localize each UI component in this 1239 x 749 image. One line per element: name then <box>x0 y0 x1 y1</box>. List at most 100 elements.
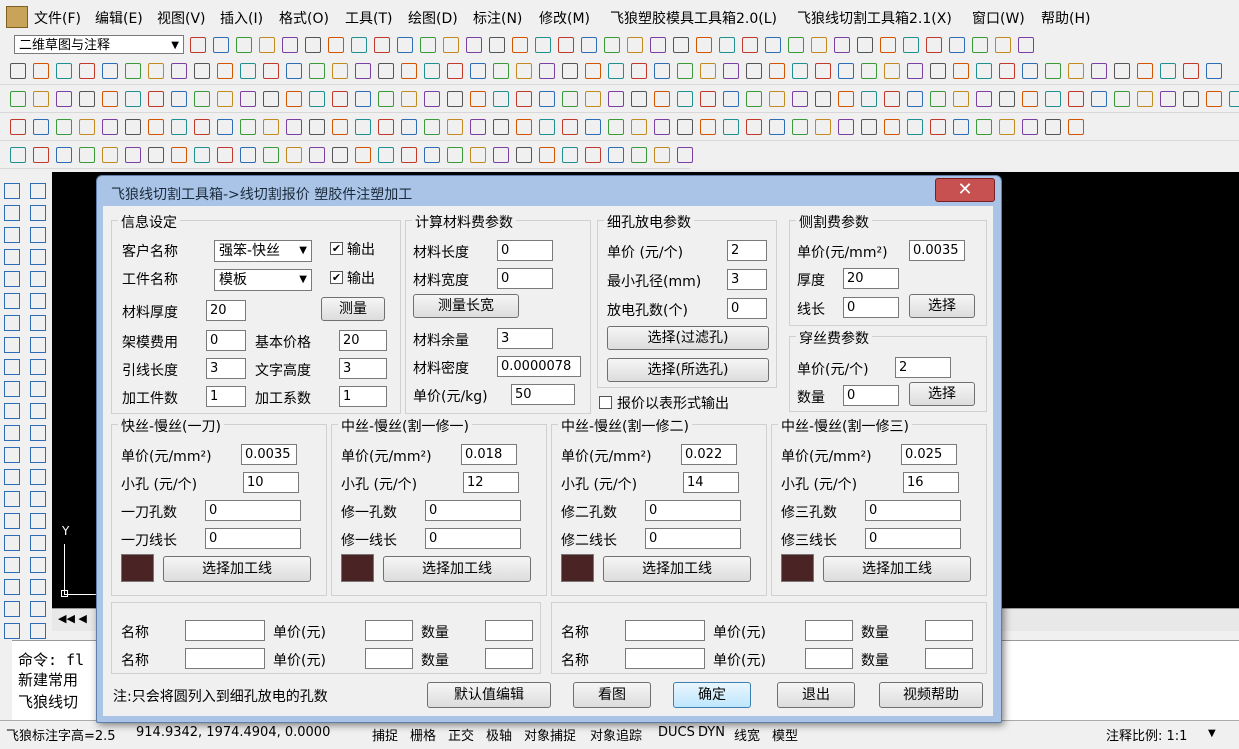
draw-tool-icon[interactable] <box>30 359 46 375</box>
tool-icon[interactable] <box>1068 119 1084 135</box>
tool-icon[interactable] <box>631 63 647 79</box>
tool-icon[interactable] <box>1045 119 1061 135</box>
tool-icon[interactable] <box>148 119 164 135</box>
tool-icon[interactable] <box>33 91 49 107</box>
draw-tool-icon[interactable] <box>30 403 46 419</box>
draw-tool-icon[interactable] <box>30 601 46 617</box>
extra-qty-input[interactable] <box>485 648 533 669</box>
draw-tool-icon[interactable] <box>30 425 46 441</box>
tool-icon[interactable] <box>309 119 325 135</box>
tool-icon[interactable] <box>259 37 275 53</box>
draw-tool-icon[interactable] <box>30 557 46 573</box>
tool-icon[interactable] <box>217 63 233 79</box>
tool-icon[interactable] <box>33 119 49 135</box>
extra-price-input[interactable] <box>365 648 413 669</box>
tool-icon[interactable] <box>815 119 831 135</box>
tool-icon[interactable] <box>562 147 578 163</box>
toggle-snap[interactable]: 捕捉 <box>372 725 398 744</box>
tool-icon[interactable] <box>102 119 118 135</box>
tool-icon[interactable] <box>1137 91 1153 107</box>
tool-icon[interactable] <box>631 119 647 135</box>
side-len-input[interactable]: 0 <box>843 297 899 318</box>
menu-help[interactable]: 帮助(H) <box>1041 8 1090 28</box>
tool-icon[interactable] <box>792 119 808 135</box>
tool-icon[interactable] <box>466 37 482 53</box>
tool-icon[interactable] <box>539 63 555 79</box>
pass-color-swatch[interactable] <box>121 554 154 582</box>
tool-icon[interactable] <box>677 63 693 79</box>
draw-tool-icon[interactable] <box>4 579 20 595</box>
tool-icon[interactable] <box>857 37 873 53</box>
tool-icon[interactable] <box>79 91 95 107</box>
draw-tool-icon[interactable] <box>4 623 20 639</box>
thread-select-button[interactable]: 选择 <box>909 382 975 406</box>
tool-icon[interactable] <box>742 37 758 53</box>
measure-button[interactable]: 测量 <box>321 297 385 321</box>
tool-icon[interactable] <box>217 91 233 107</box>
pass-hole-input[interactable]: 14 <box>683 472 739 493</box>
draw-tool-icon[interactable] <box>4 315 20 331</box>
toggle-ortho[interactable]: 正交 <box>448 725 474 744</box>
tool-icon[interactable] <box>930 63 946 79</box>
tool-icon[interactable] <box>305 37 321 53</box>
exit-button[interactable]: 退出 <box>777 682 855 708</box>
pass-price-input[interactable]: 0.0035 <box>241 444 297 465</box>
pass-hole-input[interactable]: 12 <box>463 472 519 493</box>
thickness-input[interactable]: 20 <box>206 300 246 321</box>
pass-count-input[interactable]: 0 <box>205 500 301 521</box>
tool-icon[interactable] <box>493 147 509 163</box>
tool-icon[interactable] <box>355 119 371 135</box>
thread-price-input[interactable]: 2 <box>895 357 951 378</box>
tool-icon[interactable] <box>190 37 206 53</box>
draw-tool-icon[interactable] <box>4 271 20 287</box>
tool-icon[interactable] <box>884 63 900 79</box>
menu-dimension[interactable]: 标注(N) <box>473 8 522 28</box>
extra-name-input[interactable] <box>625 620 705 641</box>
tool-icon[interactable] <box>723 91 739 107</box>
tool-icon[interactable] <box>263 63 279 79</box>
tool-icon[interactable] <box>79 119 95 135</box>
tool-icon[interactable] <box>949 37 965 53</box>
toggle-dyn[interactable]: DYN <box>698 725 725 740</box>
side-thick-input[interactable]: 20 <box>843 268 899 289</box>
draw-tool-icon[interactable] <box>4 381 20 397</box>
tool-icon[interactable] <box>286 63 302 79</box>
tool-icon[interactable] <box>700 91 716 107</box>
tool-icon[interactable] <box>719 37 735 53</box>
extra-price-input[interactable] <box>805 620 853 641</box>
tool-icon[interactable] <box>171 91 187 107</box>
tool-icon[interactable] <box>838 119 854 135</box>
tool-icon[interactable] <box>102 63 118 79</box>
tool-icon[interactable] <box>1160 91 1176 107</box>
tool-icon[interactable] <box>585 119 601 135</box>
tool-icon[interactable] <box>999 119 1015 135</box>
tool-icon[interactable] <box>240 91 256 107</box>
tool-icon[interactable] <box>792 91 808 107</box>
tool-icon[interactable] <box>332 147 348 163</box>
tool-icon[interactable] <box>654 63 670 79</box>
base-price-input[interactable]: 20 <box>339 330 387 351</box>
draw-tool-icon[interactable] <box>30 381 46 397</box>
tool-icon[interactable] <box>861 119 877 135</box>
tool-icon[interactable] <box>558 37 574 53</box>
tool-icon[interactable] <box>447 119 463 135</box>
extra-name-input[interactable] <box>625 648 705 669</box>
tool-icon[interactable] <box>1229 91 1239 107</box>
tool-icon[interactable] <box>309 63 325 79</box>
edm-min-input[interactable]: 3 <box>727 269 767 290</box>
tool-icon[interactable] <box>194 119 210 135</box>
ok-button[interactable]: 确定 <box>673 682 751 708</box>
tool-icon[interactable] <box>585 91 601 107</box>
tool-icon[interactable] <box>493 63 509 79</box>
tool-icon[interactable] <box>884 91 900 107</box>
tool-icon[interactable] <box>1068 63 1084 79</box>
extra-name-input[interactable] <box>185 620 265 641</box>
menu-edit[interactable]: 编辑(E) <box>95 8 143 28</box>
tool-icon[interactable] <box>516 119 532 135</box>
tool-icon[interactable] <box>1022 119 1038 135</box>
tool-icon[interactable] <box>236 37 252 53</box>
tool-icon[interactable] <box>953 119 969 135</box>
tool-icon[interactable] <box>654 91 670 107</box>
draw-tool-icon[interactable] <box>4 513 20 529</box>
output-workpiece-checkbox[interactable]: ✔ <box>330 271 343 284</box>
